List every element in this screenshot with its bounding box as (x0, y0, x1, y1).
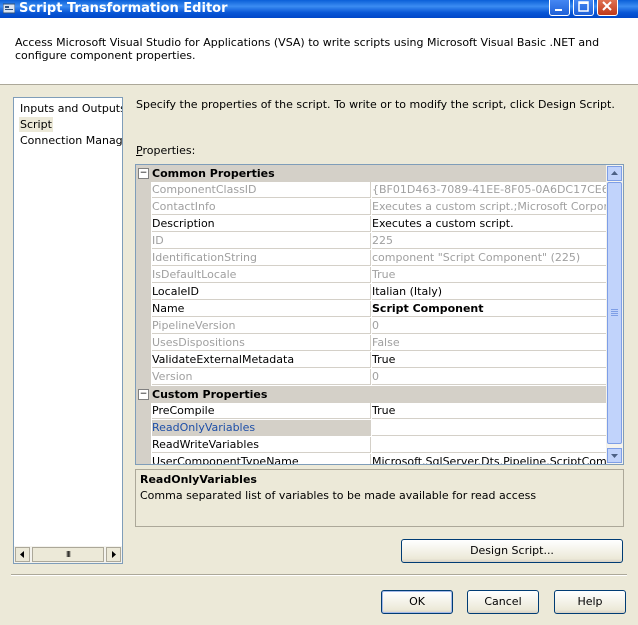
property-row[interactable]: ComponentClassID {BF01D463-7089-41EE-8F0… (136, 182, 607, 199)
arrow-right-icon (112, 551, 116, 558)
nav-item-connection-managers[interactable]: Connection Managers (19, 133, 122, 148)
property-row-selected[interactable]: ReadOnlyVariables (136, 420, 607, 437)
nav-item-inputs-outputs[interactable]: Inputs and Outputs (19, 101, 122, 116)
property-row[interactable]: LocaleID Italian (Italy) (136, 284, 607, 301)
property-name: ID (152, 234, 164, 247)
cancel-label: Cancel (484, 595, 522, 608)
arrow-down-icon (611, 454, 618, 458)
window-title: Script Transformation Editor (19, 1, 228, 16)
separator (11, 574, 627, 576)
minimize-button[interactable] (549, 0, 570, 16)
property-name: IdentificationString (152, 251, 257, 264)
description-text: Comma separated list of variables to be … (140, 489, 537, 502)
property-row[interactable]: Version 0 (136, 369, 607, 386)
property-name: PreCompile (152, 404, 215, 417)
property-value: Executes a custom script.;Microsoft Corp… (372, 200, 607, 213)
property-value: 0 (372, 319, 379, 332)
property-value[interactable]: True (372, 404, 395, 417)
property-value: 0 (372, 370, 379, 383)
property-name: PipelineVersion (152, 319, 236, 332)
vertical-scrollbar[interactable] (606, 165, 623, 464)
property-name: UserComponentTypeName (152, 455, 299, 465)
scroll-down-button[interactable] (607, 448, 622, 463)
title-bar[interactable]: Script Transformation Editor (0, 0, 638, 18)
property-name: LocaleID (152, 285, 199, 298)
horizontal-scrollbar[interactable]: III (14, 546, 122, 563)
property-row[interactable]: IdentificationString component "Script C… (136, 250, 607, 267)
maximize-button[interactable] (573, 0, 594, 16)
scroll-right-button[interactable] (106, 547, 121, 562)
property-row[interactable]: PipelineVersion 0 (136, 318, 607, 335)
property-name: Version (152, 370, 193, 383)
property-value: {BF01D463-7089-41EE-8F05-0A6DC17CE633} (372, 183, 607, 196)
arrow-left-icon (20, 551, 24, 558)
collapse-toggle-icon[interactable]: − (138, 168, 149, 179)
property-name: IsDefaultLocale (152, 268, 237, 281)
property-row[interactable]: ID 225 (136, 233, 607, 250)
minimize-icon (555, 9, 562, 11)
description-title: ReadOnlyVariables (140, 473, 257, 486)
instruction-text: Specify the properties of the script. To… (136, 98, 615, 111)
property-row[interactable]: ReadWriteVariables (136, 437, 607, 454)
property-name: ContactInfo (152, 200, 216, 213)
design-script-label: Design Script... (470, 544, 554, 557)
property-name: ReadWriteVariables (152, 438, 259, 451)
ok-button[interactable]: OK (381, 590, 453, 614)
property-name: Name (152, 302, 185, 315)
property-value: False (372, 336, 400, 349)
property-row[interactable]: IsDefaultLocale True (136, 267, 607, 284)
property-grid[interactable]: − Common Properties ComponentClassID {BF… (135, 164, 624, 465)
property-row[interactable]: ValidateExternalMetadata True (136, 352, 607, 369)
property-value[interactable]: Script Component (372, 302, 484, 315)
category-custom-properties[interactable]: − Custom Properties (136, 386, 607, 403)
scroll-up-button[interactable] (607, 166, 622, 181)
close-button[interactable] (597, 0, 618, 16)
nav-item-script[interactable]: Script (19, 117, 53, 132)
header-pane: Access Microsoft Visual Studio for Appli… (0, 18, 638, 85)
arrow-up-icon (611, 171, 618, 175)
cancel-button[interactable]: Cancel (467, 590, 539, 614)
property-row[interactable]: Description Executes a custom script. (136, 216, 607, 233)
property-row[interactable]: UsesDispositions False (136, 335, 607, 352)
scroll-left-button[interactable] (15, 547, 30, 562)
close-icon (602, 1, 612, 11)
horizontal-scroll-thumb[interactable]: III (32, 547, 104, 562)
properties-label: Properties: (136, 144, 196, 157)
property-value: 225 (372, 234, 393, 247)
property-row[interactable]: ContactInfo Executes a custom script.;Mi… (136, 199, 607, 216)
property-value[interactable]: Italian (Italy) (372, 285, 442, 298)
vertical-scroll-thumb[interactable] (607, 182, 622, 444)
property-value[interactable]: Microsoft.SqlServer.Dts.Pipeline.ScriptC… (372, 455, 607, 464)
category-common-properties[interactable]: − Common Properties (136, 165, 607, 182)
ssis-component-icon (3, 3, 15, 14)
help-label: Help (577, 595, 603, 608)
property-name: ComponentClassID (152, 183, 257, 196)
property-value: component "Script Component" (225) (372, 251, 581, 264)
property-description-panel: ReadOnlyVariables Comma separated list o… (135, 469, 624, 527)
property-row[interactable]: Name Script Component (136, 301, 607, 318)
page-list[interactable]: Inputs and Outputs Script Connection Man… (13, 97, 123, 564)
header-description: Access Microsoft Visual Studio for Appli… (15, 36, 600, 62)
ok-label: OK (409, 595, 425, 608)
property-row[interactable]: PreCompile True (136, 403, 607, 420)
property-value: True (372, 268, 396, 281)
maximize-icon (578, 1, 589, 12)
property-value[interactable]: Executes a custom script. (372, 217, 514, 230)
collapse-toggle-icon[interactable]: − (138, 389, 149, 400)
property-value[interactable]: True (372, 353, 395, 366)
property-name: Description (152, 217, 215, 230)
property-row[interactable]: UserComponentTypeName Microsoft.SqlServe… (136, 454, 607, 465)
property-name: UsesDispositions (152, 336, 245, 349)
property-name: ReadOnlyVariables (152, 421, 256, 434)
help-button[interactable]: Help (554, 590, 626, 614)
design-script-button[interactable]: Design Script... (401, 539, 623, 563)
property-name: ValidateExternalMetadata (152, 353, 295, 366)
